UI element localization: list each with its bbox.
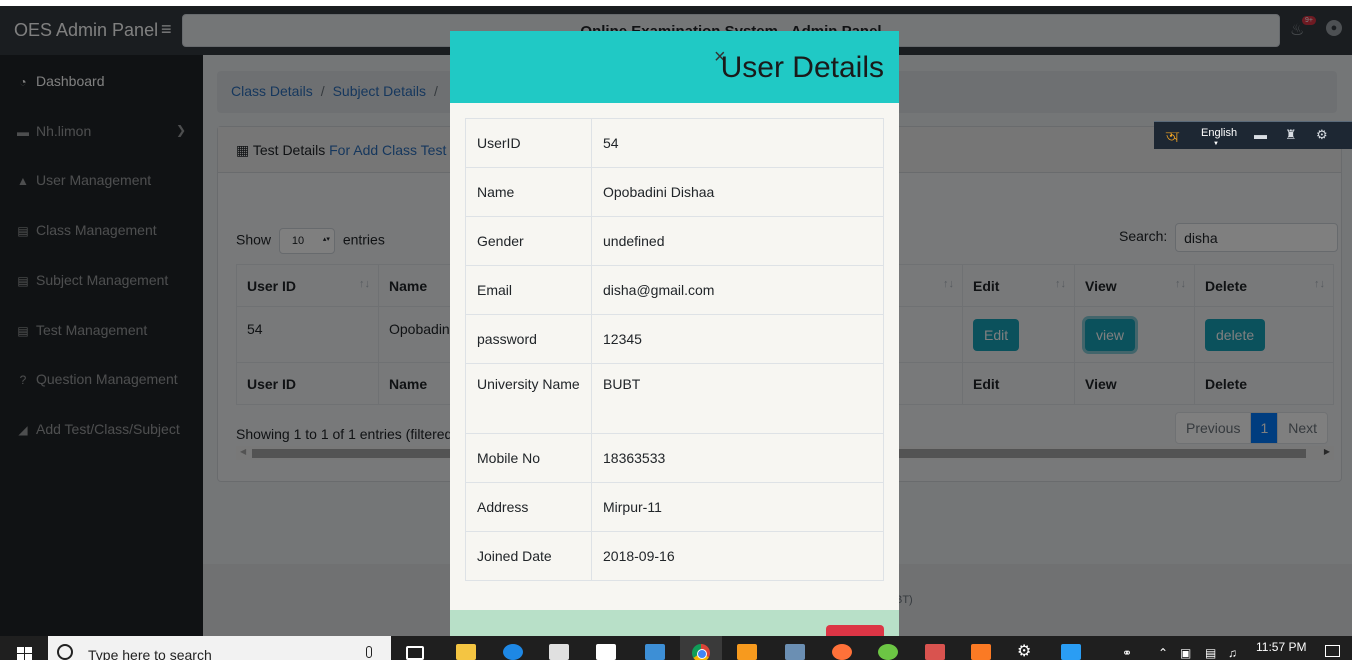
detail-key: Gender bbox=[465, 216, 592, 266]
detail-value: disha@gmail.com bbox=[591, 265, 884, 315]
detail-key: Email bbox=[465, 265, 592, 315]
detail-value: 54 bbox=[591, 118, 884, 168]
detail-row: University Name BUBT bbox=[465, 363, 884, 434]
detail-row: Name Opobadini Dishaa bbox=[465, 167, 884, 217]
chevron-up-icon[interactable]: ⌃ bbox=[1158, 646, 1168, 660]
microphone-icon[interactable] bbox=[366, 646, 372, 658]
detail-value: 2018-09-16 bbox=[591, 531, 884, 581]
mail-icon[interactable] bbox=[549, 644, 569, 660]
network-icon[interactable]: ▤ bbox=[1205, 646, 1216, 660]
volume-icon[interactable]: ♫ bbox=[1228, 646, 1237, 660]
windows-taskbar: Type here to search ⚙ ⚭ ⌃ ▣ ▤ ♫ 11:57 PM bbox=[0, 636, 1352, 660]
action-center-icon[interactable] bbox=[1325, 645, 1340, 657]
edge-icon[interactable] bbox=[503, 644, 523, 660]
detail-row: Mobile No 18363533 bbox=[465, 433, 884, 483]
file-explorer-icon[interactable] bbox=[456, 644, 476, 660]
user-details-modal: × User Details UserID 54 Name Opobadini Di… bbox=[450, 31, 899, 636]
gear-icon[interactable]: ⚙ bbox=[1316, 127, 1328, 143]
modal-footer bbox=[450, 610, 899, 636]
language-selector[interactable]: English bbox=[1201, 127, 1237, 139]
windows-start-icon[interactable] bbox=[17, 647, 32, 660]
taskbar-search[interactable]: Type here to search bbox=[48, 636, 391, 660]
detail-value: Mirpur-11 bbox=[591, 482, 884, 532]
sublime-text-icon[interactable] bbox=[737, 644, 757, 660]
search-icon bbox=[57, 644, 73, 660]
user-details-table: UserID 54 Name Opobadini Dishaa Gender unde… bbox=[465, 118, 884, 581]
detail-key: password bbox=[465, 314, 592, 364]
pinned-app-icon[interactable] bbox=[645, 644, 665, 660]
chrome-icon[interactable] bbox=[692, 644, 710, 660]
people-icon[interactable]: ⚭ bbox=[1122, 646, 1132, 660]
chess-piece-icon[interactable]: ♜ bbox=[1285, 127, 1297, 143]
bangla-keyboard-icon[interactable]: অ bbox=[1166, 126, 1179, 151]
pinned-app-icon-2[interactable] bbox=[785, 644, 805, 660]
detail-key: University Name bbox=[465, 363, 592, 434]
keyboard-icon[interactable]: ▬ bbox=[1254, 127, 1267, 142]
detail-row: Email disha@gmail.com bbox=[465, 265, 884, 315]
task-view-icon[interactable] bbox=[406, 646, 424, 660]
pinned-app-icon-4[interactable] bbox=[1061, 644, 1081, 660]
tray-device-icon[interactable]: ▣ bbox=[1180, 646, 1191, 660]
taskbar-clock[interactable]: 11:57 PM bbox=[1256, 640, 1306, 654]
detail-row: password 12345 bbox=[465, 314, 884, 364]
detail-row: Joined Date 2018-09-16 bbox=[465, 531, 884, 581]
detail-value: BUBT bbox=[591, 363, 884, 434]
detail-row: UserID 54 bbox=[465, 118, 884, 168]
detail-row: Gender undefined bbox=[465, 216, 884, 266]
modal-title: User Details bbox=[720, 51, 884, 84]
detail-value: 12345 bbox=[591, 314, 884, 364]
atom-icon[interactable] bbox=[878, 644, 898, 660]
detail-value: Opobadini Dishaa bbox=[591, 167, 884, 217]
taskbar-search-placeholder: Type here to search bbox=[88, 647, 212, 660]
detail-key: Address bbox=[465, 482, 592, 532]
detail-key: UserID bbox=[465, 118, 592, 168]
store-icon[interactable] bbox=[596, 644, 616, 660]
detail-value: undefined bbox=[591, 216, 884, 266]
modal-header: × User Details bbox=[450, 31, 899, 103]
language-toolbar: অ English ▼ ▬ ♜ ⚙ bbox=[1154, 121, 1352, 149]
detail-key: Joined Date bbox=[465, 531, 592, 581]
detail-row: Address Mirpur-11 bbox=[465, 482, 884, 532]
caret-down-icon: ▼ bbox=[1213, 141, 1219, 147]
settings-gear-icon[interactable]: ⚙ bbox=[1017, 641, 1037, 660]
detail-key: Mobile No bbox=[465, 433, 592, 483]
modal-close-button[interactable] bbox=[826, 625, 884, 636]
detail-key: Name bbox=[465, 167, 592, 217]
xampp-icon[interactable] bbox=[971, 644, 991, 660]
detail-value: 18363533 bbox=[591, 433, 884, 483]
pinned-app-icon-3[interactable] bbox=[925, 644, 945, 660]
firefox-icon[interactable] bbox=[832, 644, 852, 660]
